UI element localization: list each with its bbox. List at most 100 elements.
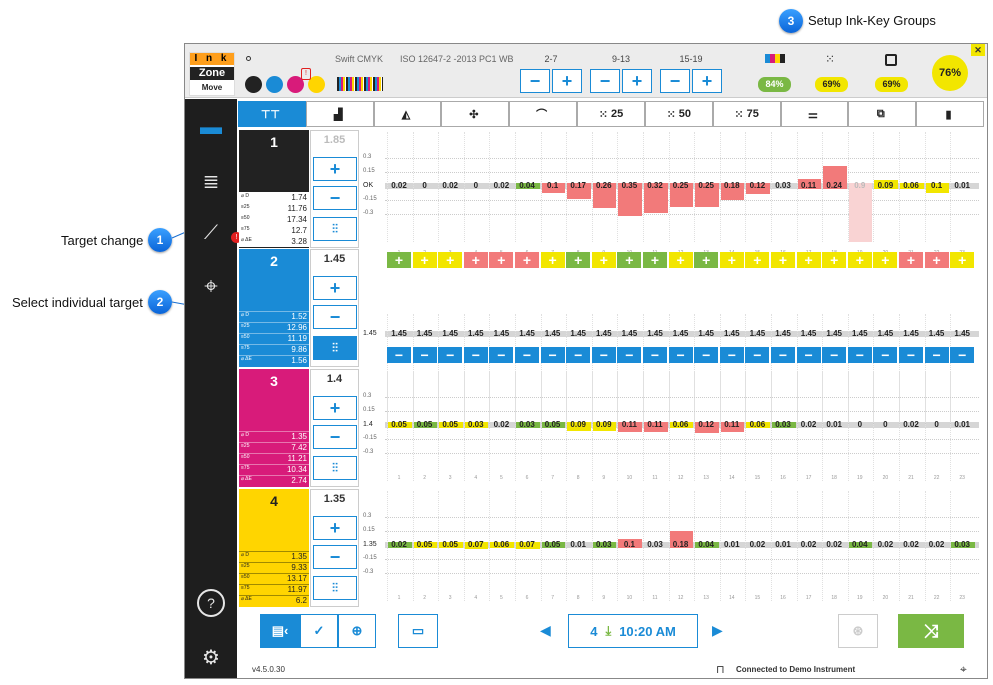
settings-icon[interactable]: ⚙ [197,643,225,671]
zone-increase-button[interactable]: + [438,252,463,268]
zone-decrease-button[interactable]: − [719,347,744,363]
tab-ink-drop[interactable]: ◭ [373,101,442,127]
folder-icon[interactable]: ▬ [197,113,225,141]
zone-decrease-button[interactable]: − [515,347,539,363]
ink-target-value[interactable]: 1.4 [311,373,358,385]
zone-decrease-button[interactable]: − [796,347,821,363]
trend-chart-icon[interactable]: ⟋ [197,219,225,247]
tab-document[interactable]: ▮ [916,101,984,127]
zone-increase-button[interactable]: + [796,252,821,268]
tab-dot-grid[interactable]: ⁙ 50 [644,101,713,127]
sheet-selector[interactable]: 4 ⤓ 10:20 AM [568,614,698,648]
ink-card[interactable]: 1 ⌀ D 1.74 ≡25 11.76 ≡50 17.34 ≡75 12.7 ⌀ ΔE 3.28 [239,130,309,248]
tab-dot-grid[interactable]: ⁙ 25 [577,101,645,127]
ink-cyan-dot[interactable] [266,76,283,93]
zone-increase-button[interactable]: + [719,252,744,268]
tools-button[interactable]: ⊕ [338,614,376,648]
zone-group-plus-button[interactable]: + [552,69,582,93]
zone-decrease-button[interactable]: − [771,347,795,363]
zone-decrease-button[interactable]: − [873,347,898,363]
ink-target-value[interactable]: 1.85 [311,134,358,146]
zone-increase-button[interactable]: + [745,252,770,268]
zone-decrease-button[interactable]: − [591,347,616,363]
zone-decrease-button[interactable]: − [822,347,847,363]
tab-balance[interactable]: ⚌ [780,101,849,127]
zone-decrease-button[interactable]: − [540,347,565,363]
ink-card[interactable]: 2 ⌀ D 1.52 ≡25 12.96 ≡50 11.19 ≡75 9.86 ⌀ ΔE 1.56 [239,249,309,367]
tab-overview[interactable]: ⊤⊤ [238,101,306,127]
tab-registration[interactable]: ✣ [441,101,510,127]
zone-decrease-button[interactable]: − [950,347,975,363]
zone-decrease-button[interactable]: − [438,347,463,363]
zone-increase-button[interactable]: + [515,252,539,268]
target-increase-button[interactable]: + [313,516,357,540]
zone-increase-button[interactable]: + [899,252,923,268]
zone-increase-button[interactable]: + [822,252,847,268]
ink-key-adjust-button[interactable]: ⫶⫶ [313,336,357,360]
zone-decrease-button[interactable]: − [387,347,411,363]
zone-increase-button[interactable]: + [643,252,667,268]
crosshair-icon[interactable]: ⌖ [197,273,225,301]
zone-decrease-button[interactable]: − [643,347,667,363]
zone-group-minus-button[interactable]: − [590,69,620,93]
zone-increase-button[interactable]: + [463,252,488,268]
database-icon[interactable]: ≣ [197,167,225,195]
zone-decrease-button[interactable]: − [847,347,872,363]
colorbar-button[interactable]: ▭ [398,614,438,648]
zone-increase-button[interactable]: + [950,252,975,268]
instrument-button[interactable]: ⊛ [838,614,878,648]
zone-decrease-button[interactable]: − [899,347,923,363]
tab-overprint[interactable]: ⧉ [848,101,917,127]
zone-group-minus-button[interactable]: − [660,69,690,93]
zone-decrease-button[interactable]: − [924,347,949,363]
close-icon[interactable]: ✕ [971,44,985,56]
zone-increase-button[interactable]: + [847,252,872,268]
ink-key-adjust-button[interactable]: ⫶⫶ [313,217,357,241]
tab-bar-chart[interactable]: ▟ [305,101,374,127]
zone-increase-button[interactable]: + [566,252,591,268]
measure-button[interactable]: ▤‹ [260,614,300,648]
ink-key-adjust-button[interactable]: ⫶⫶ [313,576,357,600]
target-increase-button[interactable]: + [313,157,357,181]
zone-increase-button[interactable]: + [668,252,693,268]
zone-increase-button[interactable]: + [540,252,565,268]
zone-increase-button[interactable]: + [412,252,437,268]
tab-dot-grid[interactable]: ⁙ 75 [712,101,781,127]
help-icon[interactable]: ? [197,589,225,617]
zone-decrease-button[interactable]: − [694,347,719,363]
zone-increase-button[interactable]: + [924,252,949,268]
send-to-press-button[interactable]: ⤨ [898,614,964,648]
target-decrease-button[interactable]: − [313,425,357,449]
zone-increase-button[interactable]: + [694,252,719,268]
target-increase-button[interactable]: + [313,396,357,420]
target-decrease-button[interactable]: − [313,186,357,210]
zone-decrease-button[interactable]: − [745,347,770,363]
ink-target-value[interactable]: 1.35 [311,493,358,505]
tab-curve[interactable]: ⌒ [509,101,578,127]
zone-increase-button[interactable]: + [617,252,642,268]
zone-increase-button[interactable]: + [591,252,616,268]
target-decrease-button[interactable]: − [313,545,357,569]
zone-group-minus-button[interactable]: − [520,69,550,93]
approve-button[interactable]: ✓ [300,614,338,648]
ink-key-adjust-button[interactable]: ⫶⫶ [313,456,357,480]
zone-decrease-button[interactable]: − [489,347,514,363]
zone-decrease-button[interactable]: − [617,347,642,363]
zone-increase-button[interactable]: + [489,252,514,268]
ink-card[interactable]: 3 ⌀ D 1.35 ≡25 7.42 ≡50 11.21 ≡75 10.34 ⌀ ΔE 2.74 [239,369,309,487]
next-sheet-arrow-icon[interactable]: ▶ [712,622,723,639]
ink-black-dot[interactable] [245,76,262,93]
zone-increase-button[interactable]: + [387,252,411,268]
zone-group-plus-button[interactable]: + [622,69,652,93]
target-decrease-button[interactable]: − [313,305,357,329]
paper-label[interactable]: Swift CMYK [335,54,383,64]
zone-decrease-button[interactable]: − [668,347,693,363]
ink-card[interactable]: 4 ⌀ D 1.35 ≡25 9.33 ≡50 13.17 ≡75 11.97 ⌀ ΔE 6.2 [239,489,309,607]
zone-decrease-button[interactable]: − [463,347,488,363]
zone-decrease-button[interactable]: − [412,347,437,363]
standard-label[interactable]: ISO 12647-2 -2013 PC1 WB [400,54,514,64]
prev-sheet-arrow-icon[interactable]: ◀ [540,622,551,639]
target-icon[interactable]: ⌖ [960,662,967,677]
ink-target-value[interactable]: 1.45 [311,253,358,265]
zone-increase-button[interactable]: + [771,252,795,268]
